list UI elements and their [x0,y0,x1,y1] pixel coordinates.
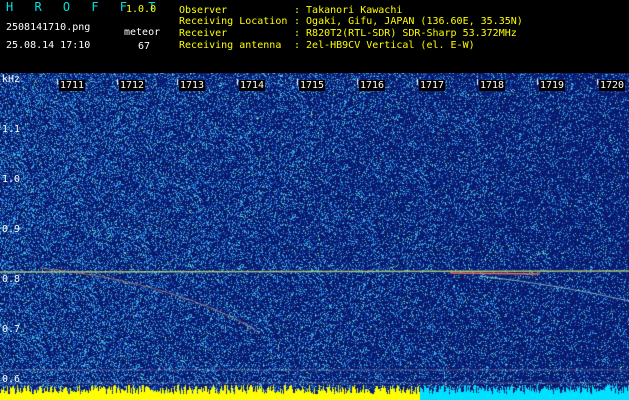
time-tick-1718: 1718 [479,80,506,91]
time-tick-1714: 1714 [239,80,266,91]
time-tick-1713: 1713 [179,80,206,91]
time-tick-1716: 1716 [359,80,386,91]
y-tick-1-0: 1.0 [2,174,21,185]
time-tick-1712: 1712 [119,80,146,91]
info-value-location: : Ogaki, Gifu, JAPAN (136.60E, 35.35N) [294,16,523,27]
time-tick-1717: 1717 [419,80,446,91]
y-tick-0-8: 0.8 [2,274,21,285]
y-tick-1-1: 1.1 [2,124,21,135]
time-tick-1715: 1715 [299,80,326,91]
info-value-antenna: : 2el-HB9CV Vertical (el. E-W) [294,40,475,51]
time-tick-1719: 1719 [539,80,566,91]
time-tick-1720: 1720 [599,80,626,91]
y-tick-0-6: 0.6 [2,374,21,385]
info-label-antenna: Receiving antenna [179,40,282,51]
y-unit-label: kHz [2,74,21,85]
info-label-location: Receiving Location [179,16,288,27]
y-tick-0-7: 0.7 [2,324,21,335]
info-value-observer: : Takanori Kawachi [294,5,403,16]
meteor-count: 67 [138,41,151,52]
y-tick-0-9: 0.9 [2,224,21,235]
info-label-observer: Observer [179,5,228,16]
info-value-receiver: : R820T2(RTL-SDR) SDR-Sharp 53.372MHz [294,28,517,39]
date-time: 25.08.14 17:10 [6,40,91,51]
app-version: 1.0.0 [126,4,157,15]
file-name: 2508141710.png [6,22,91,33]
meteor-label: meteor [124,27,161,38]
spectrogram-canvas [0,73,629,400]
time-tick-1711: 1711 [59,80,86,91]
info-label-receiver: Receiver [179,28,228,39]
